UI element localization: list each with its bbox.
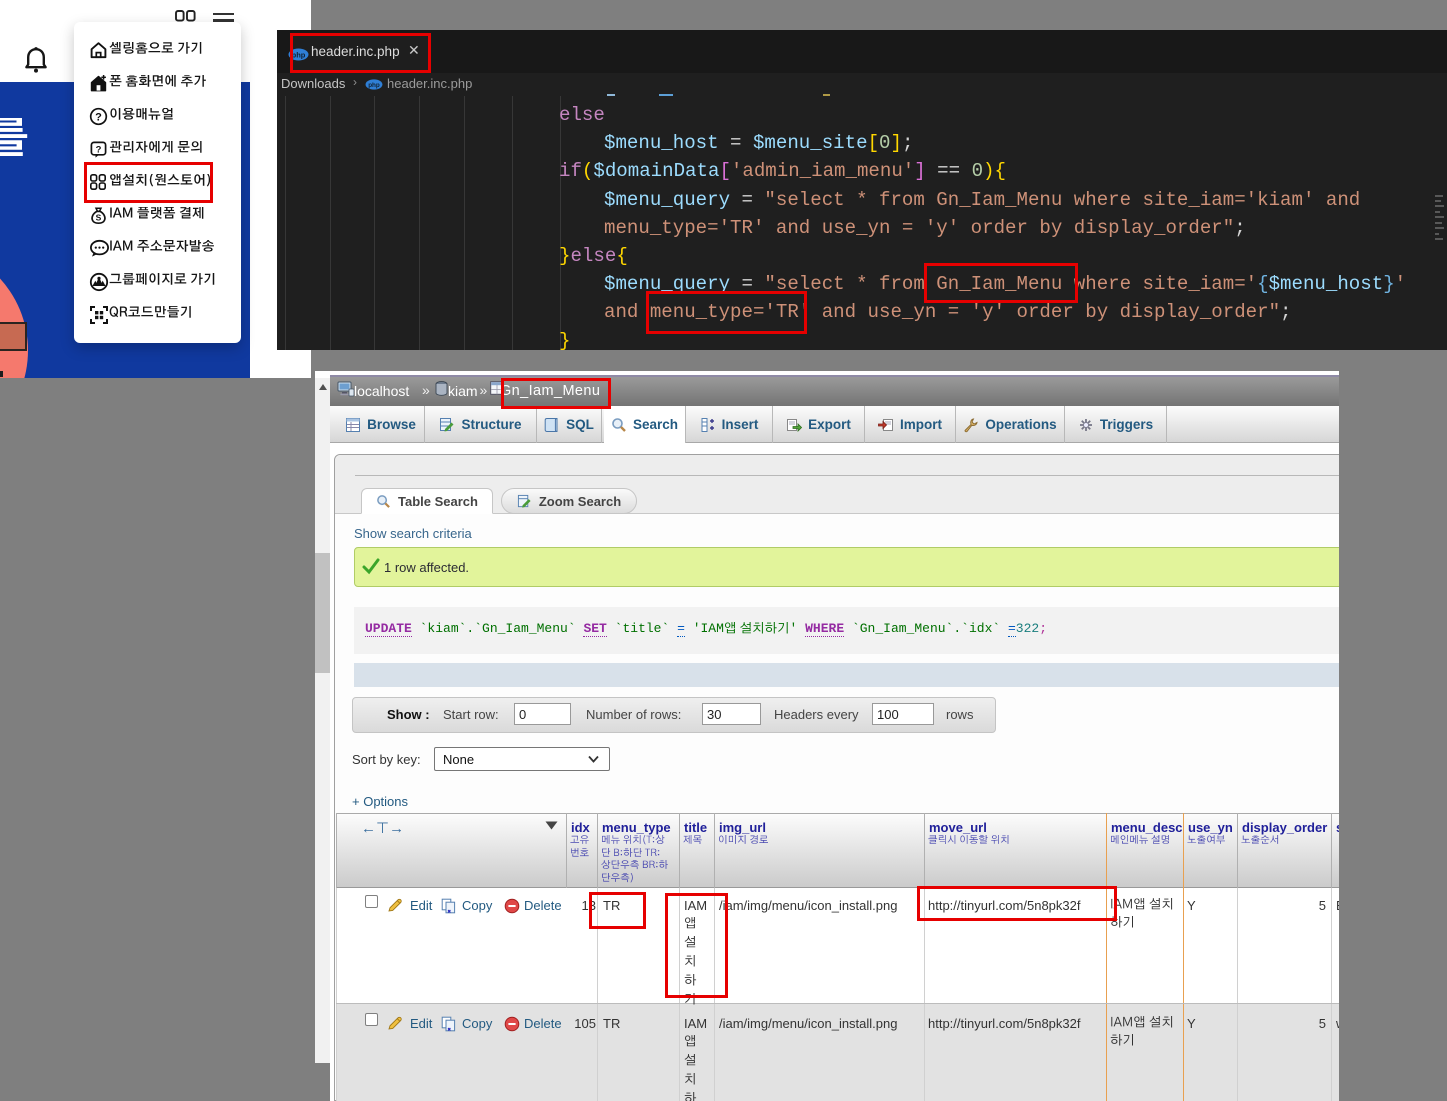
svg-text:php: php bbox=[368, 82, 380, 89]
svg-text:?: ? bbox=[96, 144, 102, 155]
svg-text:S: S bbox=[96, 213, 102, 223]
svg-text:?: ? bbox=[95, 111, 102, 123]
